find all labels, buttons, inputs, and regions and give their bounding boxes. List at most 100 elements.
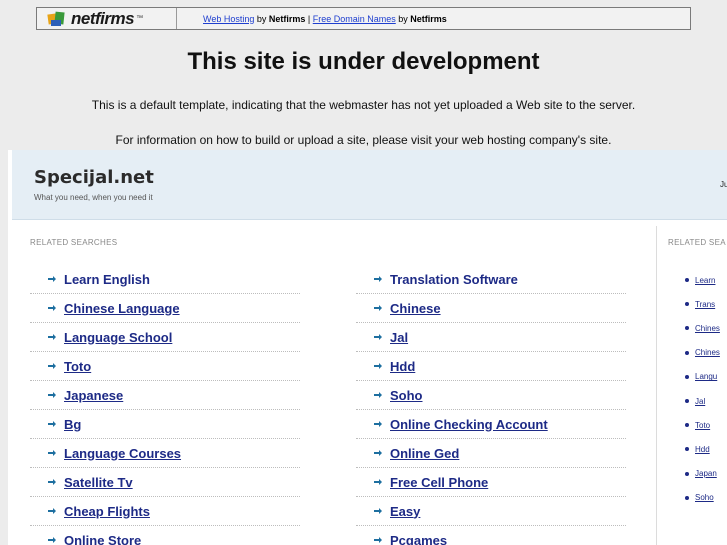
related-link-row: Chinese Language (30, 294, 300, 323)
side-link-row: Soho (685, 486, 727, 510)
bullet-icon (685, 326, 689, 331)
related-link[interactable]: Bg (64, 417, 81, 432)
related-link[interactable]: Learn English (64, 272, 150, 287)
arrow-right-icon (48, 537, 56, 543)
arrow-right-icon (374, 479, 382, 485)
related-link[interactable]: Chinese Language (64, 301, 180, 316)
related-link-row: Translation Software (356, 265, 626, 294)
related-link[interactable]: Chinese (390, 301, 441, 316)
column-divider (656, 226, 657, 545)
separator: | (305, 13, 313, 24)
side-link[interactable]: Jal (695, 397, 705, 406)
site-name[interactable]: Specijal.net (34, 167, 154, 188)
free-domain-link[interactable]: Free Domain Names (313, 14, 396, 24)
arrow-right-icon (48, 363, 56, 369)
arrow-right-icon (48, 508, 56, 514)
side-link[interactable]: Japan (695, 469, 717, 478)
side-link-row: Langu (685, 365, 727, 389)
bullet-icon (685, 423, 689, 428)
netfirms-links: Web Hosting by Netfirms | Free Domain Na… (203, 14, 447, 24)
related-link[interactable]: Free Cell Phone (390, 475, 488, 490)
side-link-row: Chines (685, 341, 727, 365)
related-link[interactable]: Jal (390, 330, 408, 345)
related-link-row: Toto (30, 352, 300, 381)
arrow-right-icon (374, 334, 382, 340)
related-link[interactable]: Translation Software (390, 272, 518, 287)
related-link[interactable]: Online Checking Account (390, 417, 548, 432)
parked-page-frame: Specijal.net What you need, when you nee… (8, 150, 727, 545)
bullet-icon (685, 399, 689, 404)
related-link[interactable]: Cheap Flights (64, 504, 150, 519)
side-link[interactable]: Trans (695, 300, 715, 309)
related-link[interactable]: Online Store (64, 533, 141, 545)
side-link[interactable]: Langu (695, 372, 717, 381)
side-link-row: Japan (685, 462, 727, 486)
arrow-right-icon (374, 450, 382, 456)
related-link-row: Bg (30, 410, 300, 439)
side-link-row: Jal (685, 389, 727, 413)
arrow-right-icon (374, 537, 382, 543)
arrow-right-icon (374, 363, 382, 369)
web-hosting-link[interactable]: Web Hosting (203, 14, 254, 24)
related-link-row: Online Checking Account (356, 410, 626, 439)
related-link-row: Pcgames (356, 526, 626, 545)
bullet-icon (685, 374, 689, 379)
arrow-right-icon (374, 305, 382, 311)
netfirms-logo-tm: ™ (136, 15, 144, 22)
by-text-1: by (254, 13, 269, 24)
netfirms-logo[interactable]: netfirms ™ (37, 8, 177, 29)
related-link-row: Hdd (356, 352, 626, 381)
related-link[interactable]: Satellite Tv (64, 475, 133, 490)
related-link[interactable]: Hdd (390, 359, 415, 374)
side-link[interactable]: Soho (695, 493, 714, 502)
side-link[interactable]: Chines (695, 348, 720, 357)
related-link-row: Japanese (30, 381, 300, 410)
parked-header: Specijal.net What you need, when you nee… (12, 150, 727, 220)
side-link-row: Trans (685, 292, 727, 316)
related-link[interactable]: Language School (64, 330, 172, 345)
arrow-right-icon (374, 392, 382, 398)
related-link-row: Satellite Tv (30, 468, 300, 497)
bullet-icon (685, 495, 689, 500)
side-link-row: Toto (685, 413, 727, 437)
bullet-icon (685, 302, 689, 307)
related-link[interactable]: Japanese (64, 388, 123, 403)
related-link-row: Language School (30, 323, 300, 352)
related-link-row: Jal (356, 323, 626, 352)
netfirms-banner: netfirms ™ Web Hosting by Netfirms | Fre… (36, 7, 691, 30)
right-link-column: Translation Software Chinese Jal Hdd Soho Onl… (356, 265, 626, 545)
related-link-row: Free Cell Phone (356, 468, 626, 497)
related-link[interactable]: Toto (64, 359, 91, 374)
related-searches-side-label: RELATED SEA (668, 238, 726, 247)
header-right-text: Ju (720, 180, 727, 189)
arrow-right-icon (48, 450, 56, 456)
netfirms-logo-text: netfirms (71, 8, 135, 28)
bullet-icon (685, 447, 689, 452)
related-link-row: Learn English (30, 265, 300, 294)
arrow-right-icon (374, 421, 382, 427)
related-link[interactable]: Easy (390, 504, 420, 519)
notice-line-1: This is a default template, indicating t… (91, 98, 636, 112)
related-link-row: Easy (356, 497, 626, 526)
related-link-row: Language Courses (30, 439, 300, 468)
side-link[interactable]: Learn (695, 276, 715, 285)
arrow-right-icon (374, 276, 382, 282)
related-link[interactable]: Pcgames (390, 533, 447, 545)
related-link[interactable]: Online Ged (390, 446, 459, 461)
bullet-icon (685, 471, 689, 476)
netfirms-brand-1: Netfirms (268, 13, 306, 24)
related-link-row: Chinese (356, 294, 626, 323)
arrow-right-icon (48, 421, 56, 427)
left-link-column: Learn English Chinese Language Language Sc… (30, 265, 300, 545)
related-searches-label: RELATED SEARCHES (30, 238, 118, 247)
side-link[interactable]: Hdd (695, 445, 710, 454)
site-tagline: What you need, when you need it (34, 193, 153, 202)
related-link[interactable]: Language Courses (64, 446, 181, 461)
related-link[interactable]: Soho (390, 388, 423, 403)
side-related-list: Learn Trans Chines Chines Langu Jal Toto Hdd Jap… (685, 268, 727, 510)
page-title: This site is under development (187, 48, 540, 75)
related-link-row: Soho (356, 381, 626, 410)
bullet-icon (685, 278, 689, 283)
side-link[interactable]: Chines (695, 324, 720, 333)
side-link[interactable]: Toto (695, 421, 710, 430)
